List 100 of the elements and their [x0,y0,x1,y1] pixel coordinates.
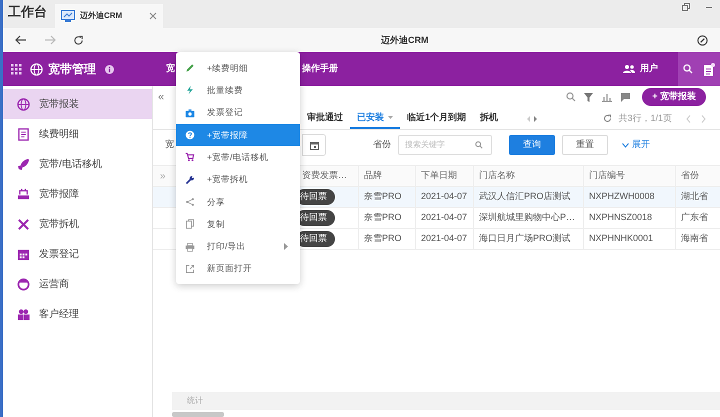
submenu-arrow-icon [284,243,288,250]
close-icon[interactable] [149,12,157,20]
table-cell: 奈雪PRO [358,208,415,228]
browser-tab[interactable]: 迈外迪CRM [55,4,163,28]
sidebar-item[interactable]: 宽带/电话移机 [3,149,152,179]
reset-button[interactable]: 重置 [562,135,608,155]
filter-icon[interactable] [584,92,594,102]
view-tab[interactable]: 拆机 [473,108,506,129]
table-cell: 武汉人信汇PRO店测试 [473,187,583,207]
table-cell: 海口日月广场PRO测试 [473,229,583,249]
date-picker-button[interactable] [302,134,326,156]
comment-icon[interactable] [621,92,630,102]
sidebar-icon [17,248,30,260]
menu-item[interactable]: +续费明细 [176,57,300,80]
menu-icon [185,242,195,252]
pager-summary: 共3行，1/1页 [618,112,672,125]
menu-item[interactable]: 批量续费 [176,79,300,102]
restore-icon[interactable] [682,3,690,11]
apps-icon[interactable] [11,64,22,74]
sidebar-icon [17,218,30,230]
menu-item[interactable]: 发票登记 [176,102,300,124]
sidebar-item[interactable]: 宽带拆机 [3,209,152,239]
nav-tab[interactable]: 操作手册 [302,62,338,76]
column-header[interactable]: 门店名称 [473,166,583,186]
sidebar-item[interactable]: 宽带报装 [3,89,152,119]
summary-label: 统计 [187,395,203,407]
app-name: 宽带管理 [48,61,96,78]
bar-chart-icon[interactable] [602,92,612,102]
sidebar-icon [17,278,30,290]
people-icon [623,65,635,73]
table-cell: 2021-04-07 [415,208,473,228]
table-cell: 奈雪PRO [358,229,415,249]
add-button[interactable]: + 宽带报装 [642,88,706,106]
app-icon [61,10,75,22]
compass-icon[interactable] [697,34,708,46]
search-icon[interactable] [566,92,576,102]
menu-icon [185,108,195,118]
search-box[interactable]: 搜索关键字 [398,135,492,155]
sidebar-item[interactable]: 续费明细 [3,119,152,149]
menu-icon [185,219,195,230]
menu-icon [185,264,195,274]
menu-icon [185,130,195,140]
tab-title: 迈外迪CRM [80,10,124,22]
column-header[interactable]: 品牌 [358,166,415,186]
table-cell: 海南省 [675,229,720,249]
table-cell: 2021-04-07 [415,229,473,249]
table-cell: NXPHZWH0008 [583,187,675,207]
table-cell: 奈雪PRO [358,187,415,207]
calendar-icon [310,140,318,150]
forward-icon[interactable] [44,35,56,45]
menu-icon [185,196,195,207]
table-cell: NXPHNHK0001 [583,229,675,249]
column-header[interactable]: 下单日期 [415,166,473,186]
info-icon[interactable] [105,64,114,74]
view-tab[interactable]: 已安装 [350,108,400,129]
menu-item[interactable]: +宽带/电话移机 [176,146,300,168]
scrollbar-thumb[interactable] [172,412,224,417]
refresh-icon[interactable] [603,114,612,123]
document-icon[interactable] [704,62,715,76]
filter-label: 省份 [373,138,391,152]
globe-icon [30,62,43,76]
reload-icon[interactable] [73,34,84,46]
column-header[interactable]: 门店编号 [583,166,675,186]
chevron-down-icon [622,142,629,148]
menu-icon [185,85,195,96]
sidebar-item[interactable]: 发票登记 [3,239,152,269]
user-menu[interactable]: 用户 [623,62,658,76]
back-icon[interactable] [15,35,27,45]
table-cell: 湖北省 [675,187,720,207]
table-cell: 深圳航城里购物中心P… [473,208,583,228]
search-icon [475,141,483,149]
menu-icon [185,152,195,162]
filter-label: 宽 [165,138,175,152]
workspace-title: 工作台 [8,2,47,20]
column-header[interactable]: 省份 [675,166,720,186]
search-icon[interactable] [683,64,694,74]
view-tab[interactable]: 临近1个月到期 [400,108,474,129]
scroll-arrows-icon[interactable] [527,116,538,122]
menu-icon [185,174,195,185]
sidebar-icon [17,308,30,320]
menu-item[interactable]: 新页面打开 [176,258,300,280]
search-field[interactable]: 搜索关键字 [405,139,475,151]
menu-icon [185,63,195,74]
table-cell: 2021-04-07 [415,187,473,207]
sidebar-item[interactable]: 运营商 [3,269,152,299]
sidebar-icon [17,128,30,140]
sidebar-icon [17,188,30,200]
sidebar-item[interactable]: 客户经理 [3,299,152,329]
query-button[interactable]: 查询 [509,135,555,155]
sidebar-item[interactable]: 宽带报障 [3,179,152,209]
page-title: 迈外迪CRM [381,34,428,47]
view-tab[interactable]: 审批通过 [300,108,350,129]
expand-toggle[interactable]: 展开 [622,138,650,152]
dropdown-icon [388,116,393,119]
table-cell: 广东省 [675,208,720,228]
table-cell: NXPHNSZ0018 [583,208,675,228]
sidebar-icon [17,158,30,170]
collapse-toggle[interactable]: « [158,88,164,106]
menu-item[interactable]: +宽带报障 [176,124,300,146]
sidebar-icon [17,98,30,110]
